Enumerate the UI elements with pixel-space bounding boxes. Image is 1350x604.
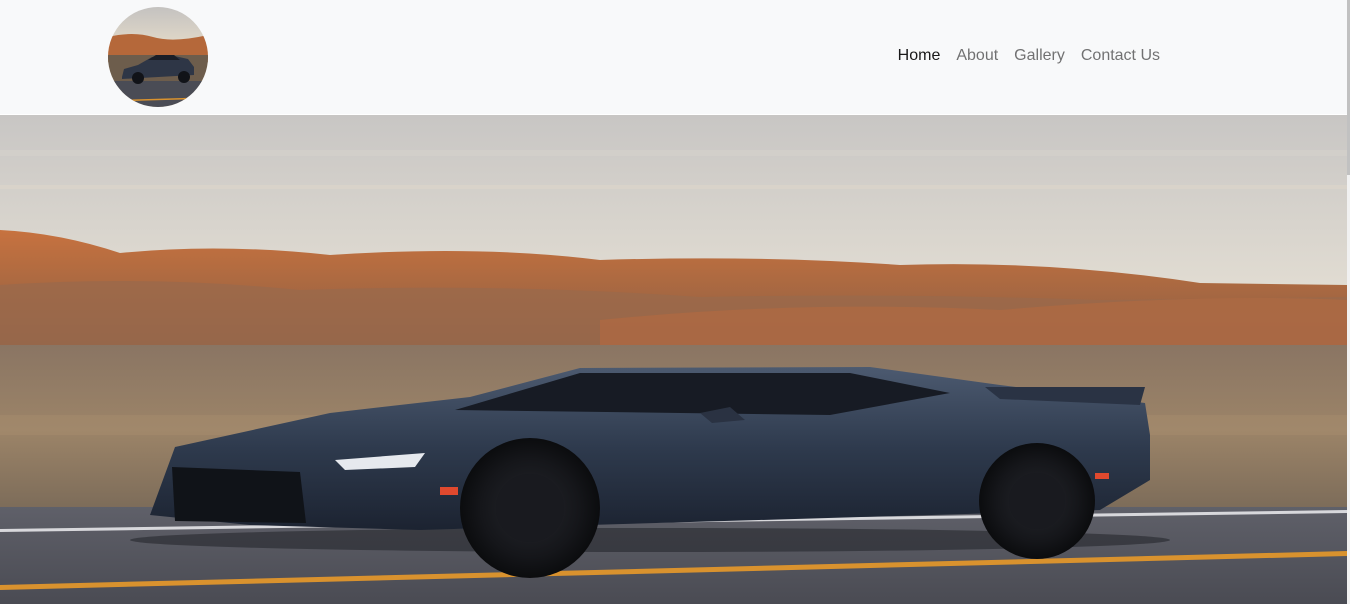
logo-image — [108, 7, 208, 107]
hero-image — [0, 115, 1347, 604]
nav-link-gallery[interactable]: Gallery — [1014, 47, 1065, 64]
nav-item-contact: Contact Us — [1081, 45, 1160, 67]
nav-link-about[interactable]: About — [956, 47, 998, 64]
nav-links: Home About Gallery Contact Us — [898, 45, 1160, 67]
nav-item-about: About — [956, 45, 998, 67]
nav-link-contact-us[interactable]: Contact Us — [1081, 47, 1160, 64]
navbar: Home About Gallery Contact Us — [0, 0, 1347, 114]
brand-logo-link[interactable] — [108, 7, 208, 107]
nav-item-gallery: Gallery — [1014, 45, 1065, 67]
nav-link-home[interactable]: Home — [898, 47, 941, 64]
hero-car-picture — [0, 115, 1347, 604]
nav-item-home: Home — [898, 45, 941, 67]
